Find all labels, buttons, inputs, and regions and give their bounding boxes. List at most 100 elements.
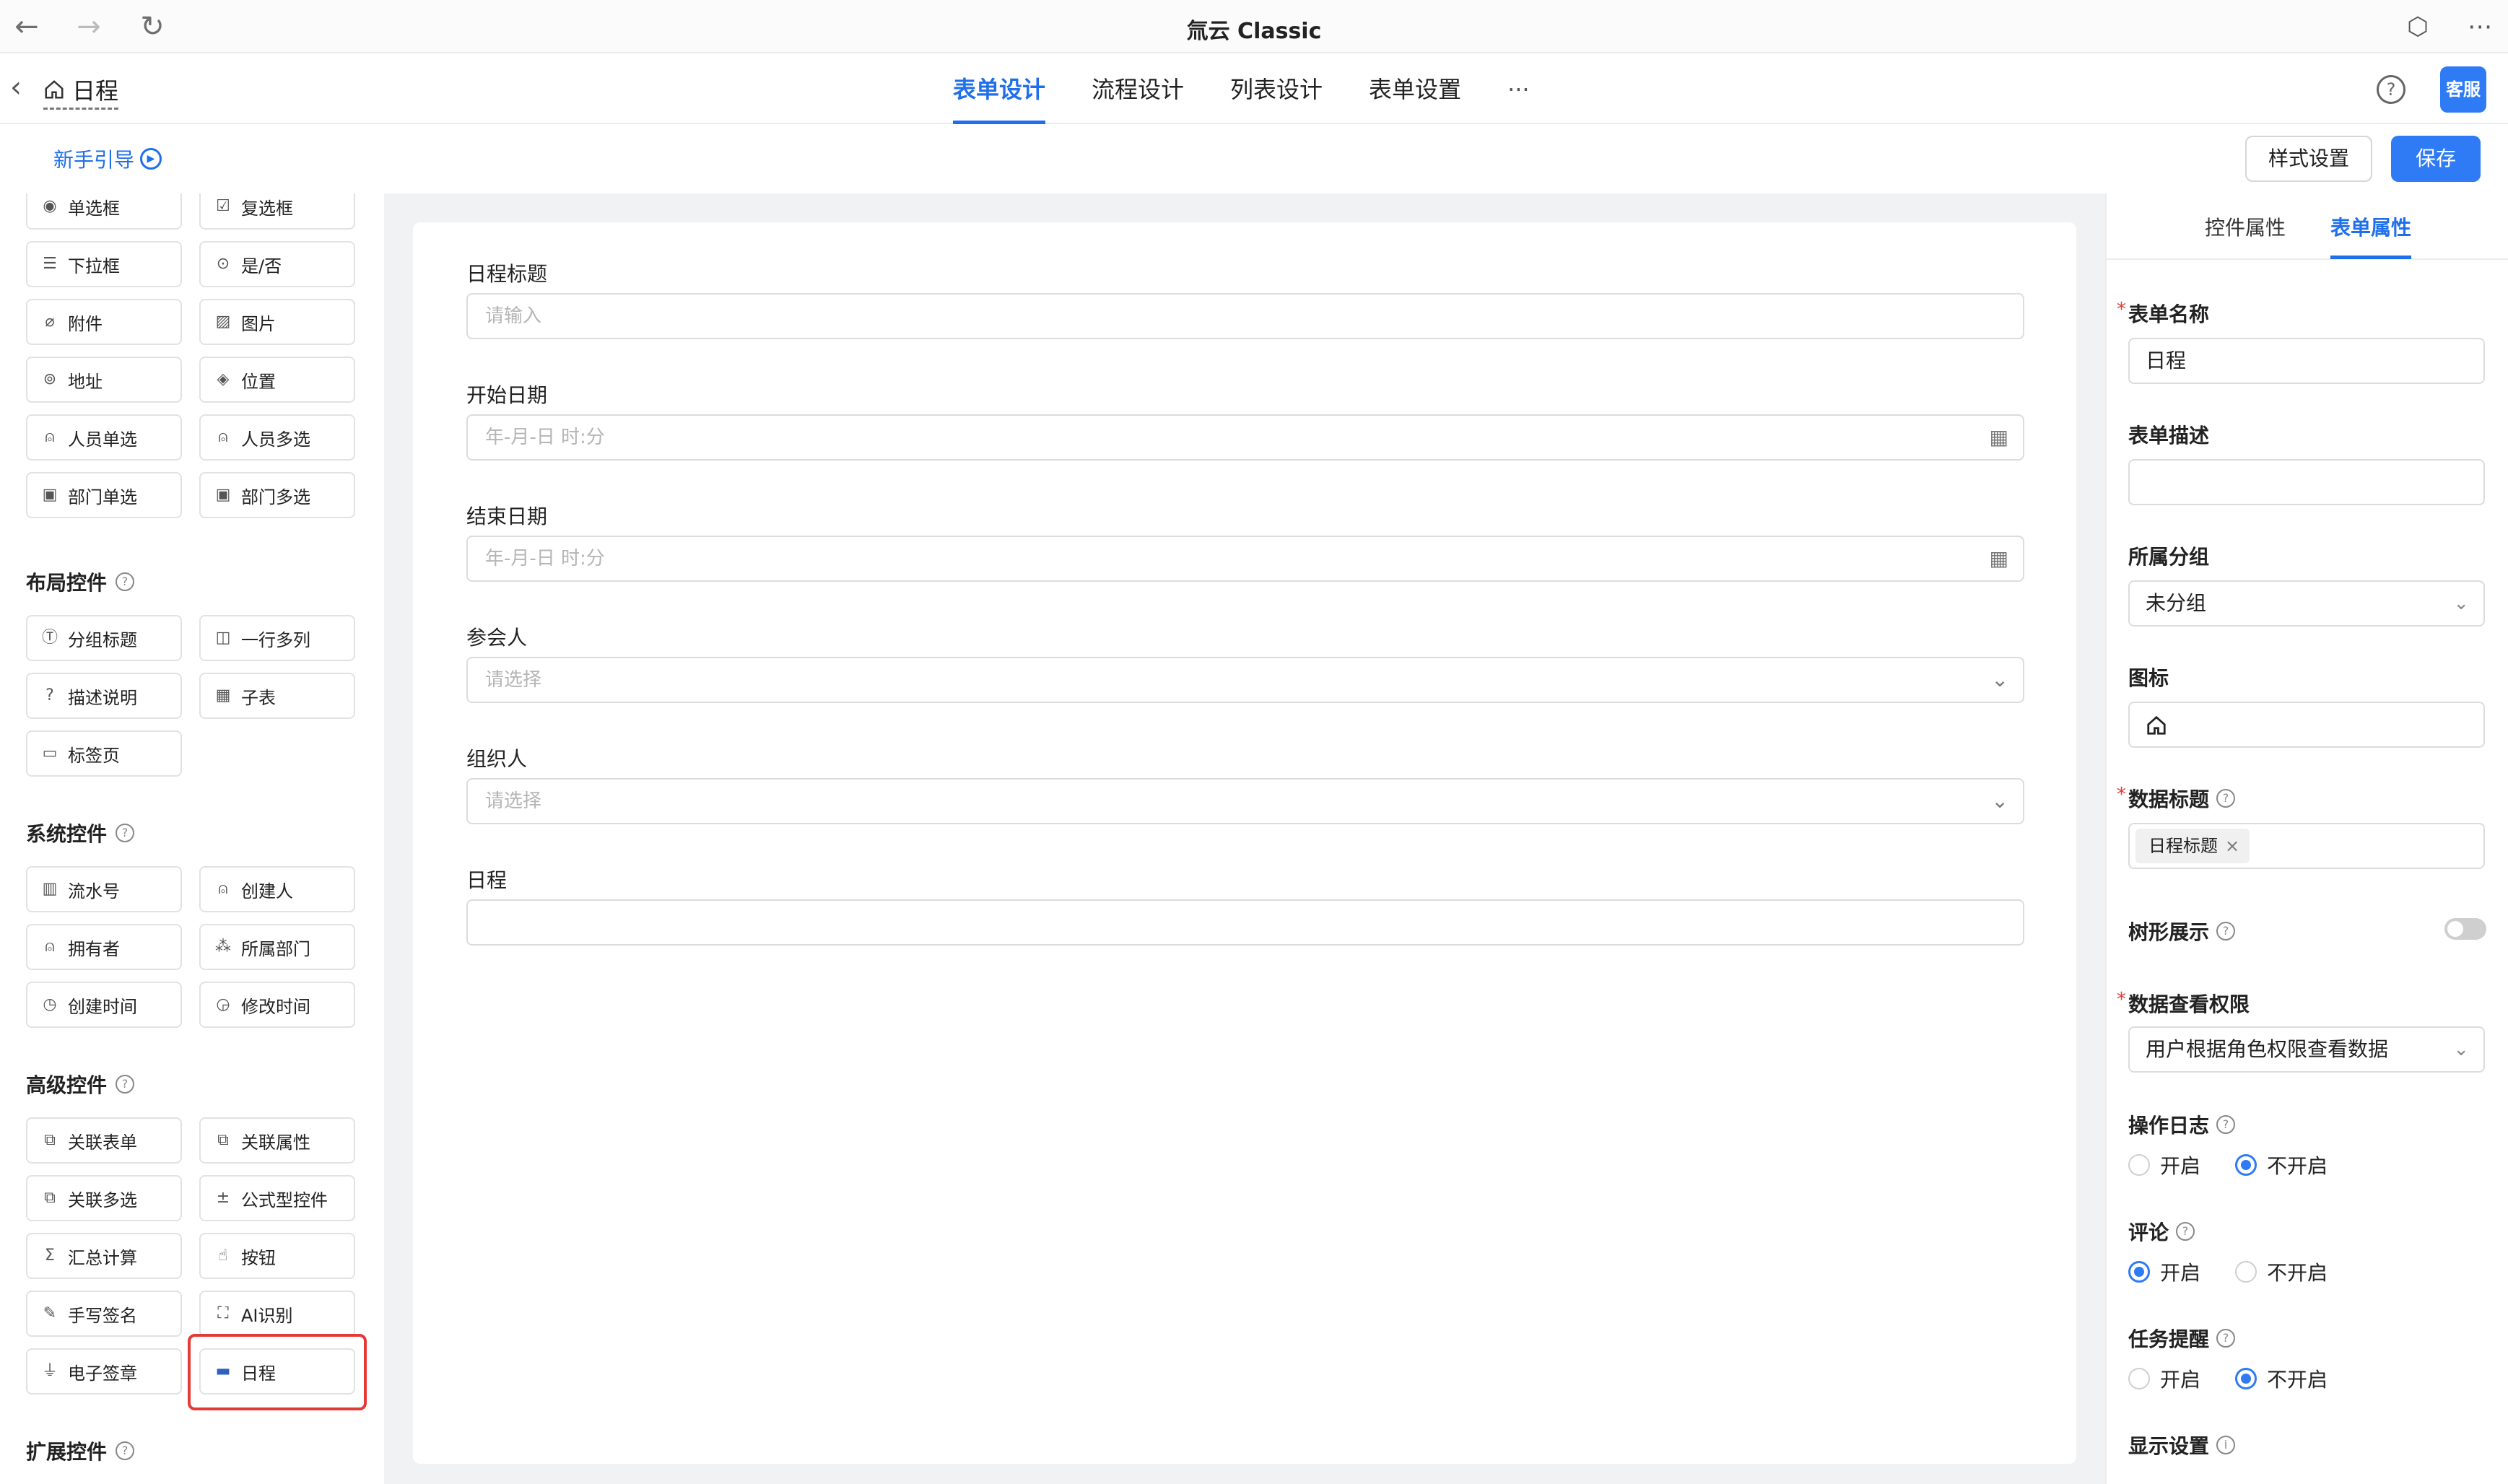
control-dropdown[interactable]: ☰ 下拉框 [26,241,182,287]
customer-service-button[interactable]: 客服 [2440,66,2486,113]
control-label: 地址 [68,371,103,392]
control-owner-dept[interactable]: ⁂ 所属部门 [199,924,355,970]
form-name-input[interactable]: 日程 [2128,338,2485,384]
log-radio-group: 开启 不开启 [2128,1151,2362,1179]
radio-button[interactable] [2128,1154,2150,1176]
control-image[interactable]: ▨ 图片 [199,299,355,345]
control-creator[interactable]: ⍝ 创建人 [199,866,355,912]
comment-on-option[interactable]: 开启 [2128,1257,2200,1286]
back-arrow-icon[interactable]: ‹ [10,71,22,104]
control-person-multi[interactable]: ⍝ 人员多选 [199,414,355,461]
control-created-time[interactable]: ◷ 创建时间 [26,982,182,1028]
help-icon[interactable]: ? [2377,75,2405,104]
question-icon[interactable]: ? [116,572,135,591]
attendees-select[interactable]: 请选择 ⌄ [466,657,2024,703]
organizer-select[interactable]: 请选择 ⌄ [466,778,2024,824]
label-text: 操作日志 [2128,1114,2210,1138]
label-text: 表单描述 [2128,424,2210,448]
control-button[interactable]: ☝ 按钮 [199,1233,355,1279]
field-label: 组织人 [466,747,528,771]
question-icon[interactable]: ? [2176,1222,2195,1241]
question-icon[interactable]: ? [116,824,135,842]
option-label: 不开启 [2267,1368,2328,1392]
tab-more[interactable]: ··· [1507,55,1530,124]
info-icon[interactable]: i [2216,1436,2236,1454]
control-formula[interactable]: ± 公式型控件 [199,1175,355,1221]
reminder-off-option[interactable]: 不开启 [2235,1364,2328,1393]
question-icon[interactable]: ? [116,1441,135,1460]
close-icon[interactable]: × [2225,836,2239,856]
tab-control-properties[interactable]: 控件属性 [2205,212,2286,241]
org-chart-icon: ⁂ [215,938,231,956]
tab-list-design[interactable]: 列表设计 [1230,55,1323,124]
control-e-seal[interactable]: ⏚ 电子签章 [26,1348,182,1394]
schedule-title-input[interactable]: 请输入 [466,293,2024,339]
comment-off-option[interactable]: 不开启 [2235,1257,2328,1286]
tab-form-properties[interactable]: 表单属性 [2330,212,2411,241]
control-description[interactable]: ? 描述说明 [26,673,182,719]
control-related-property[interactable]: ⧉ 关联属性 [199,1117,355,1164]
radio-button[interactable] [2128,1368,2150,1389]
beginner-guide-link[interactable]: 新手引导 ▶ [53,144,162,173]
control-dept-single[interactable]: ▣ 部门单选 [26,472,182,518]
data-title-tag: 日程标题 × [2135,829,2250,863]
breadcrumb[interactable]: 日程 [43,71,119,110]
control-multi-column[interactable]: ◫ 一行多列 [199,615,355,661]
form-name-label: * 表单名称 [2117,299,2210,326]
schedule-field[interactable] [466,899,2024,946]
icon-picker[interactable] [2128,702,2485,748]
control-related-form[interactable]: ⧉ 关联表单 [26,1117,182,1164]
radio-button[interactable] [2235,1261,2257,1283]
control-summary[interactable]: Σ 汇总计算 [26,1233,182,1279]
group-select[interactable]: 未分组 ⌄ [2128,580,2485,627]
tab-flow-design[interactable]: 流程设计 [1092,55,1184,124]
question-icon[interactable]: ? [2216,789,2236,808]
control-radio[interactable]: ◉ 单选框 [26,193,182,230]
control-modified-time[interactable]: ◶ 修改时间 [199,982,355,1028]
radio-button-selected[interactable] [2235,1154,2257,1176]
control-tab-page[interactable]: ▭ 标签页 [26,730,182,777]
end-date-input[interactable]: 年-月-日 时:分 ▦ [466,536,2024,582]
question-icon[interactable]: ? [116,1075,135,1094]
control-ai-recognition[interactable]: ⛶ AI识别 [199,1291,355,1337]
log-off-option[interactable]: 不开启 [2235,1151,2328,1179]
question-icon[interactable]: ? [2216,1115,2236,1134]
question-icon[interactable]: ? [2216,922,2236,940]
calendar-icon[interactable]: ▦ [1990,416,2008,459]
reminder-on-option[interactable]: 开启 [2128,1364,2200,1393]
control-related-multi[interactable]: ⧉ 关联多选 [26,1175,182,1221]
control-person-single[interactable]: ⍝ 人员单选 [26,414,182,461]
radio-button-selected[interactable] [2128,1261,2150,1283]
tab-form-settings[interactable]: 表单设置 [1369,55,1461,124]
calendar-icon[interactable]: ▦ [1990,537,2008,580]
tab-form-design[interactable]: 表单设计 [953,55,1046,124]
control-location[interactable]: ◈ 位置 [199,357,355,403]
extension-icon[interactable]: ⬡ [2400,9,2436,45]
section-label: 扩展控件 [26,1440,108,1464]
control-yes-no[interactable]: ⊙ 是/否 [199,241,355,287]
control-dept-multi[interactable]: ▣ 部门多选 [199,472,355,518]
control-group-title[interactable]: Ⓣ 分组标题 [26,615,182,661]
person-icon: ⍝ [218,880,228,898]
question-icon[interactable]: ? [2216,1329,2236,1348]
control-attachment[interactable]: ⌀ 附件 [26,299,182,345]
more-icon[interactable]: ⋯ [2462,9,2498,45]
control-checkbox[interactable]: ☑ 复选框 [199,193,355,230]
save-button[interactable]: 保存 [2391,136,2481,182]
log-on-option[interactable]: 开启 [2128,1151,2200,1179]
control-subtable[interactable]: ▦ 子表 [199,673,355,719]
control-serial-number[interactable]: ▥ 流水号 [26,866,182,912]
form-desc-input[interactable] [2128,459,2485,505]
control-address[interactable]: ⊚ 地址 [26,357,182,403]
control-label: 关联表单 [68,1132,137,1153]
control-signature[interactable]: ✎ 手写签名 [26,1291,182,1337]
placeholder: 请选择 [485,790,542,812]
field-label: 日程标题 [466,262,548,286]
permission-select[interactable]: 用户根据角色权限查看数据 ⌄ [2128,1026,2485,1073]
icon-label: 图标 [2128,663,2169,691]
tree-toggle[interactable] [2444,918,2486,940]
radio-button-selected[interactable] [2235,1368,2257,1389]
control-owner[interactable]: ⍝ 拥有者 [26,924,182,970]
start-date-input[interactable]: 年-月-日 时:分 ▦ [466,414,2024,461]
style-settings-button[interactable]: 样式设置 [2245,136,2372,182]
